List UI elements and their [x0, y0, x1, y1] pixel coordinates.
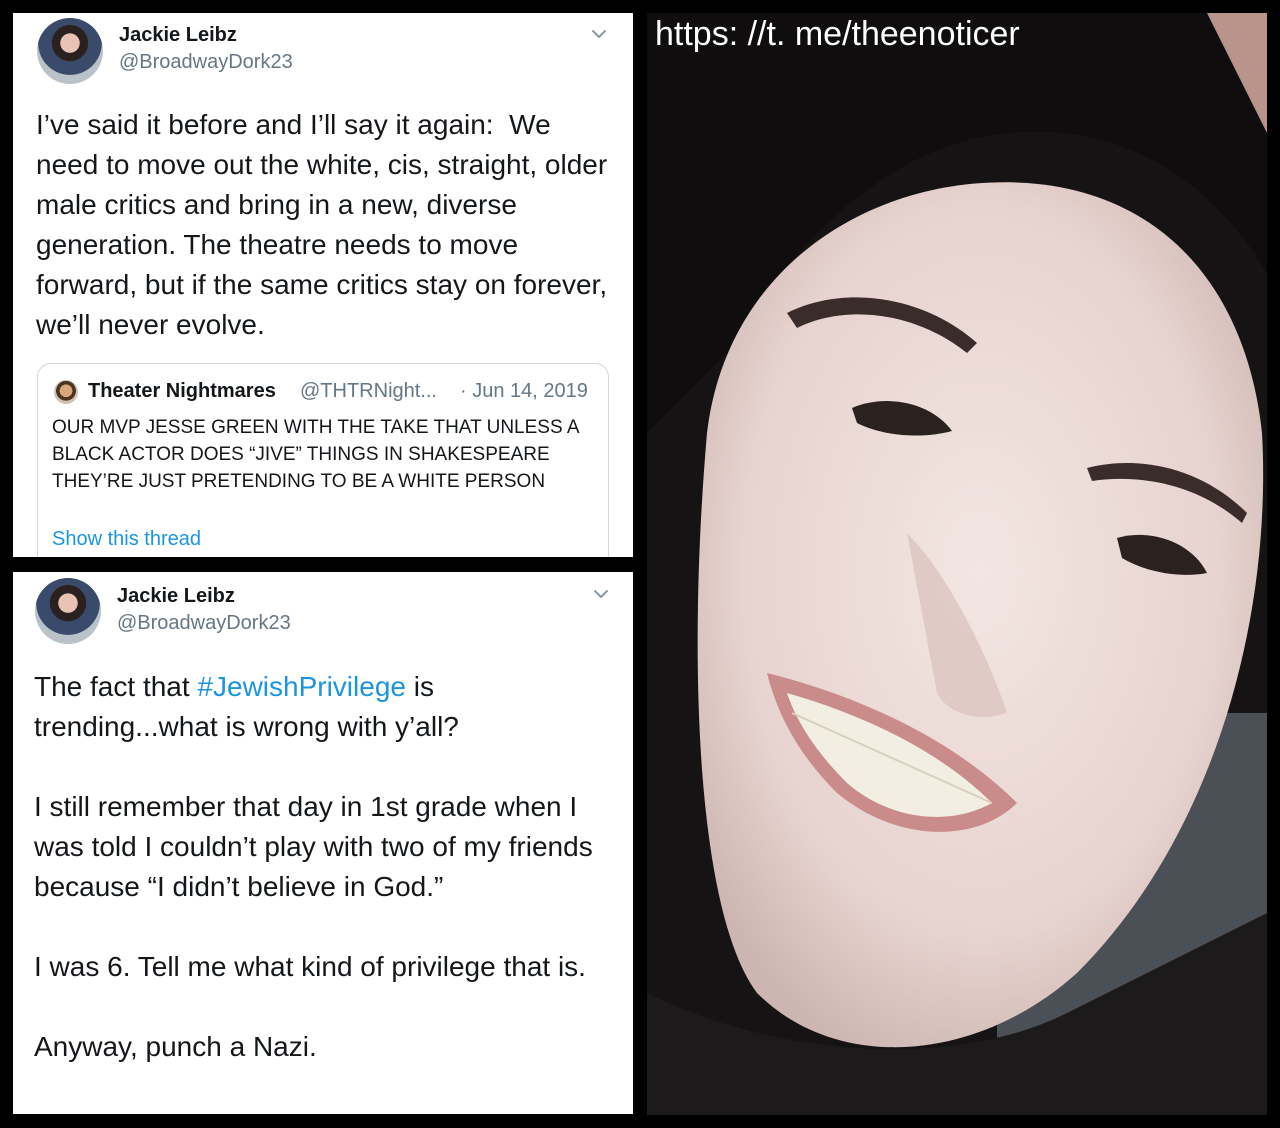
quoted-tweet[interactable]: Theater Nightmares @THTRNight... · Jun 1… [37, 363, 609, 557]
author-name[interactable]: Jackie Leibz [119, 24, 237, 47]
author-handle[interactable]: @BroadwayDork23 [119, 51, 293, 74]
watermark-url: https: //t. me/theenoticer [655, 15, 1020, 53]
quoted-date: · Jun 14, 2019 [460, 380, 588, 402]
tweet-card-1: Jackie Leibz @BroadwayDork23 I’ve said i… [13, 13, 633, 557]
author-handle[interactable]: @BroadwayDork23 [117, 612, 291, 635]
show-thread-link[interactable]: Show this thread [52, 528, 201, 551]
tweet-text: The fact that #JewishPrivilege is trendi… [34, 667, 614, 1067]
chevron-down-icon[interactable] [591, 584, 611, 604]
quoted-avatar [54, 380, 78, 404]
author-name[interactable]: Jackie Leibz [117, 585, 235, 608]
tweet-card-2: Jackie Leibz @BroadwayDork23 The fact th… [13, 572, 633, 1114]
portrait-illustration [647, 13, 1267, 1115]
hashtag-link[interactable]: #JewishPrivilege [197, 671, 406, 702]
portrait-photo: https: //t. me/theenoticer [647, 13, 1267, 1115]
avatar[interactable] [35, 578, 101, 644]
tweet-text-rest: is trending...what is wrong with y’all? … [34, 671, 593, 1062]
avatar[interactable] [37, 18, 103, 84]
quoted-text: OUR MVP JESSE GREEN WITH THE TAKE THAT U… [52, 417, 579, 492]
quoted-author-handle: @THTRNight... [300, 380, 437, 402]
tweet-text: I’ve said it before and I’ll say it agai… [36, 109, 615, 340]
tweet-text-start: The fact that [34, 671, 198, 702]
chevron-down-icon[interactable] [589, 24, 609, 44]
quoted-author-name: Theater Nightmares [88, 380, 276, 402]
